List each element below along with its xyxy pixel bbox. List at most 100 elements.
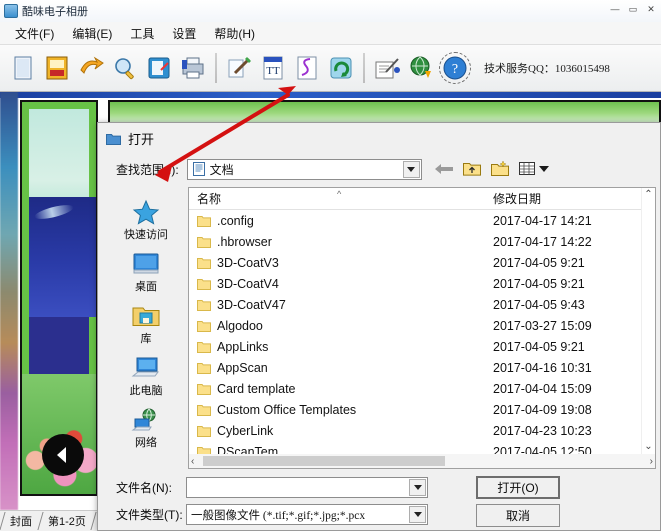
toolbar-new-button[interactable] [6, 48, 40, 88]
table-row[interactable]: .hbrowser 2017-04-17 14:22 [189, 231, 641, 252]
views-control[interactable] [518, 160, 549, 178]
file-name-cell: CyberLink [189, 424, 489, 438]
folder-icon [106, 133, 121, 145]
look-in-dropdown-arrow[interactable] [402, 160, 420, 178]
scroll-up-arrow-icon[interactable]: ⌃ [644, 190, 652, 200]
table-row[interactable]: CyberLink 2017-04-23 10:23 [189, 420, 641, 441]
toolbar-insert-picture-button[interactable] [222, 48, 256, 88]
cancel-button[interactable]: 取消 [476, 504, 560, 527]
dialog-footer: 文件名(N): 文件类型(T): 一般图像文件 (*.tif;*.gif;*.j… [98, 473, 661, 531]
file-name-cell: .config [189, 214, 489, 228]
table-row[interactable]: DScanTem 2017-04-05 12:50 [189, 441, 641, 454]
window-controls[interactable]: — ▭ ✕ [607, 2, 659, 16]
table-row[interactable]: 3D-CoatV47 2017-04-05 9:43 [189, 294, 641, 315]
album-page-left[interactable] [20, 100, 98, 496]
folder-icon [197, 236, 211, 248]
look-in-combobox[interactable]: 文档 [186, 158, 422, 180]
place-quick-access[interactable]: 快速访问 [108, 199, 184, 242]
scroll-right-arrow-icon[interactable]: › [650, 456, 653, 467]
menu-tools[interactable]: 工具 [121, 23, 163, 44]
new-folder-icon[interactable] [490, 160, 510, 178]
toolbar-notes-button[interactable] [370, 48, 404, 88]
up-folder-icon[interactable] [462, 160, 482, 178]
table-row[interactable]: AppLinks 2017-04-05 9:21 [189, 336, 641, 357]
maximize-button[interactable]: ▭ [625, 2, 641, 16]
toolbar-refresh-button[interactable] [324, 48, 358, 88]
close-button[interactable]: ✕ [643, 2, 659, 16]
vertical-scrollbar[interactable]: ⌃ ⌄ [641, 188, 655, 454]
workspace-left-gradient-strip [0, 92, 18, 510]
table-row[interactable]: Algodoo 2017-03-27 15:09 [189, 315, 641, 336]
file-name-label: 文件名(N): [116, 481, 172, 495]
back-arrow-icon[interactable] [434, 160, 454, 178]
folder-icon [197, 257, 211, 269]
back-arrow-circle-icon[interactable] [42, 434, 84, 476]
table-row[interactable]: Card template 2017-04-04 15:09 [189, 378, 641, 399]
folder-icon [197, 299, 211, 311]
scroll-left-arrow-icon[interactable]: ‹ [191, 456, 194, 467]
place-this-pc[interactable]: 此电脑 [108, 355, 184, 398]
file-date: 2017-04-16 10:31 [493, 360, 592, 375]
refresh-icon [330, 57, 352, 79]
save-export-icon [80, 56, 104, 74]
minimize-button[interactable]: — [607, 2, 623, 16]
toolbar-insert-text-button[interactable]: TT [256, 48, 290, 88]
table-row[interactable]: 3D-CoatV4 2017-04-05 9:21 [189, 273, 641, 294]
horizontal-scroll-thumb[interactable] [203, 456, 445, 466]
file-list[interactable]: 名称 修改日期 ^ .config 2017-04-17 14:21 .hbro… [188, 187, 656, 469]
help-focus-ring [439, 52, 471, 84]
toolbar-separator [215, 53, 217, 83]
toolbar-preview-button[interactable] [108, 48, 142, 88]
folder-icon [197, 404, 211, 416]
file-date: 2017-04-04 15:09 [493, 381, 592, 396]
toolbar-separator-2 [363, 53, 365, 83]
file-type-dropdown-arrow[interactable] [409, 506, 426, 523]
dialog-titlebar: 打开 [98, 123, 660, 153]
place-desktop[interactable]: 桌面 [108, 251, 184, 294]
toolbar-internet-button[interactable] [404, 48, 438, 88]
print-icon [182, 57, 204, 79]
open-button[interactable]: 打开(O) [476, 476, 560, 499]
toolbar-save-button[interactable] [74, 48, 108, 88]
place-label: 此电脑 [129, 385, 163, 397]
place-library[interactable]: 库 [108, 303, 184, 346]
sheet-tab-page-1-2[interactable]: 第1-2页 [40, 511, 94, 531]
file-name: AppLinks [217, 339, 269, 354]
file-name-dropdown-arrow[interactable] [409, 479, 426, 496]
toolbar-insert-curve-button[interactable] [290, 48, 324, 88]
dialog-title: 打开 [128, 131, 155, 147]
places-bar: 快速访问 桌面 库 此电脑 网络 [104, 187, 188, 469]
file-type-combobox[interactable]: 一般图像文件 (*.tif;*.gif;*.jpg;*.pcx [186, 504, 428, 525]
insert-picture-icon [228, 57, 251, 78]
menu-edit[interactable]: 编辑(E) [63, 23, 121, 44]
folder-icon [197, 341, 211, 353]
file-type-value: 一般图像文件 (*.tif;*.gif;*.jpg;*.pcx [191, 509, 366, 522]
toolbar-print-button[interactable] [176, 48, 210, 88]
file-name: Card template [217, 381, 296, 396]
table-row[interactable]: 3D-CoatV3 2017-04-05 9:21 [189, 252, 641, 273]
table-row[interactable]: .config 2017-04-17 14:21 [189, 210, 641, 231]
chevron-down-icon[interactable] [538, 165, 549, 173]
table-row[interactable]: AppScan 2017-04-16 10:31 [189, 357, 641, 378]
menu-settings[interactable]: 设置 [163, 23, 205, 44]
menu-file[interactable]: 文件(F) [6, 23, 63, 44]
toolbar-help-button[interactable]: ? [438, 48, 472, 88]
app-titlebar: 酷味电子相册 — ▭ ✕ [0, 0, 661, 22]
menu-help[interactable]: 帮助(H) [205, 23, 264, 44]
views-icon[interactable] [518, 160, 538, 178]
horizontal-scrollbar[interactable]: ‹ › [189, 454, 655, 468]
sheet-tab-cover[interactable]: 封面 [2, 511, 40, 531]
toolbar-edit-button[interactable] [142, 48, 176, 88]
file-name-combobox[interactable] [186, 477, 428, 498]
open-dialog[interactable]: 打开 查找范围(I): 文档 快速访问 桌面 库 此电脑 网络 名称 修改日期 … [97, 122, 661, 531]
file-name-cell: 3D-CoatV3 [189, 256, 489, 270]
file-date: 2017-03-27 15:09 [493, 318, 592, 333]
file-list-rows[interactable]: .config 2017-04-17 14:21 .hbrowser 2017-… [189, 210, 641, 454]
toolbar-open-button[interactable] [40, 48, 74, 88]
table-row[interactable]: Custom Office Templates 2017-04-09 19:08 [189, 399, 641, 420]
file-name-cell: Card template [189, 382, 489, 396]
scroll-down-arrow-icon[interactable]: ⌄ [644, 442, 652, 452]
place-network[interactable]: 网络 [108, 407, 184, 450]
column-header-date[interactable]: 修改日期 [489, 190, 655, 207]
tech-service-text: 技术服务QQ：1036015498 [484, 63, 610, 75]
